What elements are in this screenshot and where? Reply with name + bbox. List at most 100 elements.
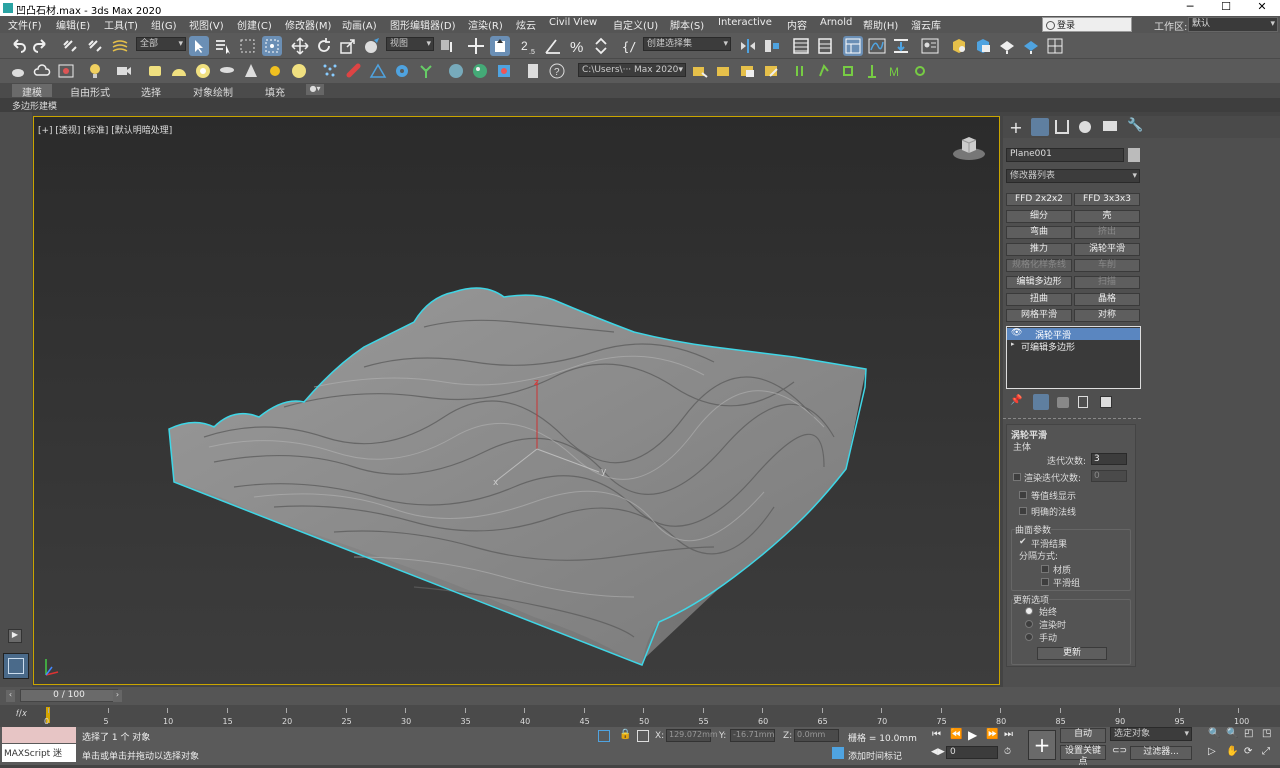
menu-modifiers[interactable]: 修改器(M) [285, 17, 331, 32]
plugin-gear-icon[interactable] [910, 61, 930, 81]
box-primitive-icon[interactable] [145, 61, 165, 81]
expand-arrow-icon[interactable]: ▸ [1011, 340, 1015, 348]
angle-snap-icon[interactable] [543, 36, 563, 56]
help-icon[interactable]: ? [547, 61, 567, 81]
viewport-layout-thumbnail[interactable] [3, 653, 29, 679]
separate-material-checkbox[interactable] [1041, 565, 1049, 573]
display-tab-icon[interactable] [1103, 121, 1117, 131]
absolute-mode-icon[interactable] [637, 730, 649, 742]
update-manual-radio[interactable] [1025, 633, 1033, 641]
modifier-button[interactable]: FFD 2x2x2 [1006, 193, 1072, 206]
prev-key-icon[interactable]: ⏪ [950, 729, 962, 740]
key-filters-button[interactable]: 过滤器... [1130, 746, 1192, 760]
plugin-d-icon[interactable] [862, 61, 882, 81]
unlink-icon[interactable] [85, 36, 105, 56]
auto-key-button[interactable]: 自动 [1060, 728, 1106, 743]
menu-liuyunku[interactable]: 溜云库 [911, 17, 941, 32]
plugin-b-icon[interactable] [814, 61, 834, 81]
layer-explorer-icon[interactable] [815, 36, 835, 56]
menu-content[interactable]: 内容 [787, 17, 807, 32]
zoom-icon[interactable]: 🔍 [1208, 728, 1220, 739]
sphere-primitive-icon[interactable] [193, 61, 213, 81]
menu-file[interactable]: 文件(F) [8, 17, 42, 32]
link-icon[interactable] [60, 36, 80, 56]
show-end-result-icon[interactable] [1033, 394, 1049, 410]
maximize-viewport-icon[interactable]: ⤢ [1262, 746, 1270, 757]
render-iterations-spinner[interactable]: 0 [1091, 470, 1127, 482]
render-iterative-icon[interactable] [1021, 36, 1041, 56]
cylinder-icon[interactable] [217, 61, 237, 81]
project-folder-dropdown[interactable]: C:\Users\··· Max 2020 [578, 63, 686, 77]
plugin-a-icon[interactable] [790, 61, 810, 81]
next-frame-arrow-icon[interactable]: › [113, 690, 122, 702]
rectangle-region-icon[interactable] [238, 36, 258, 56]
y-coordinate-field[interactable]: -16.71mm [730, 729, 775, 742]
utilities-tab-icon[interactable]: 🔧 [1127, 118, 1143, 134]
plugin-c-icon[interactable] [838, 61, 858, 81]
material-editor-icon[interactable] [920, 36, 940, 56]
menu-civil-view[interactable]: Civil View [549, 17, 597, 28]
time-config-icon[interactable]: ⏱ [1004, 747, 1011, 757]
material-map-icon[interactable] [470, 61, 490, 81]
spinner-snap-icon[interactable] [591, 36, 611, 56]
light-bulb-icon[interactable] [85, 61, 105, 81]
menu-scripting[interactable]: 脚本(S) [670, 17, 704, 32]
material-sphere-icon[interactable] [446, 61, 466, 81]
modifier-button[interactable]: 规格化样条线 [1006, 259, 1072, 273]
minimize-button[interactable]: ─ [1172, 0, 1208, 16]
undo-icon[interactable] [8, 36, 28, 56]
modifier-button[interactable]: FFD 3x3x3 [1074, 193, 1140, 206]
named-selection-sets-dropdown[interactable]: 创建选择集 [643, 37, 731, 51]
menu-edit[interactable]: 编辑(E) [56, 17, 90, 32]
modifier-list-dropdown[interactable]: 修改器列表 [1006, 169, 1140, 183]
gear-icon[interactable] [392, 61, 412, 81]
play-icon[interactable]: ▶ [968, 728, 977, 742]
menu-tools[interactable]: 工具(T) [104, 17, 138, 32]
separate-smoothing-checkbox[interactable] [1041, 578, 1049, 586]
eye-icon[interactable]: 👁 [1011, 328, 1022, 338]
object-name-field[interactable]: Plane001 [1006, 148, 1124, 162]
rotate-icon[interactable] [314, 36, 334, 56]
file-icon[interactable] [523, 61, 543, 81]
z-coordinate-field[interactable]: 0.0mm [794, 729, 839, 742]
edit-named-selection-icon[interactable]: {/ [620, 36, 640, 56]
timeline-ruler[interactable]: 0 5 10 15 20 25 30 35 40 45 50 55 60 65 70 75 80 85 90 95 10… [44, 708, 1249, 726]
pivot-center-icon[interactable] [437, 36, 457, 56]
redo-icon[interactable] [31, 36, 51, 56]
modifier-button[interactable]: 细分 [1006, 209, 1072, 223]
maxscript-listener-mini[interactable] [2, 727, 76, 743]
menu-group[interactable]: 组(G) [151, 17, 177, 32]
tab-populate[interactable]: 填充 [265, 84, 285, 99]
ribbon-options-icon[interactable]: ●▾ [306, 84, 324, 95]
menu-arnold[interactable]: Arnold [820, 17, 852, 28]
toggle-ribbon-icon[interactable] [843, 36, 863, 56]
modifier-button[interactable]: 推力 [1006, 242, 1072, 256]
menu-help[interactable]: 帮助(H) [863, 17, 898, 32]
object-color-swatch[interactable] [1128, 148, 1140, 162]
modifier-button[interactable]: 涡轮平滑 [1074, 242, 1140, 256]
scene-explorer-icon[interactable] [791, 36, 811, 56]
fov-icon[interactable]: ▷ [1208, 746, 1216, 757]
modifier-button[interactable]: 弯曲 [1006, 226, 1072, 240]
align-icon[interactable] [762, 36, 782, 56]
render-frame-icon[interactable] [56, 61, 76, 81]
hemisphere-icon[interactable] [169, 61, 189, 81]
key-target-dropdown[interactable]: 选定对象 [1110, 727, 1192, 741]
modifier-button[interactable]: 壳 [1074, 209, 1140, 223]
menu-customize[interactable]: 自定义(U) [613, 17, 658, 32]
place-icon[interactable] [362, 36, 382, 56]
modify-tab-icon[interactable] [1031, 118, 1049, 136]
pin-stack-icon[interactable]: 📌 [1010, 395, 1022, 406]
modifier-button[interactable]: 扭曲 [1006, 292, 1072, 306]
zoom-all-icon[interactable]: 🔍 [1226, 728, 1238, 739]
modifier-button[interactable]: 扫描 [1074, 276, 1140, 289]
hierarchy-tab-icon[interactable] [1055, 120, 1069, 134]
maximize-button[interactable]: ☐ [1208, 0, 1244, 16]
snaps-toggle-icon[interactable]: 2.5 [519, 36, 539, 56]
modifier-button[interactable]: 车削 [1074, 259, 1140, 273]
menu-rendering[interactable]: 渲染(R) [468, 17, 503, 32]
modifier-button[interactable]: 编辑多边形 [1006, 276, 1072, 289]
key-mode-icon[interactable]: ◀▶ [931, 747, 945, 757]
scale-icon[interactable] [338, 36, 358, 56]
configure-sets-icon[interactable] [1100, 396, 1112, 408]
